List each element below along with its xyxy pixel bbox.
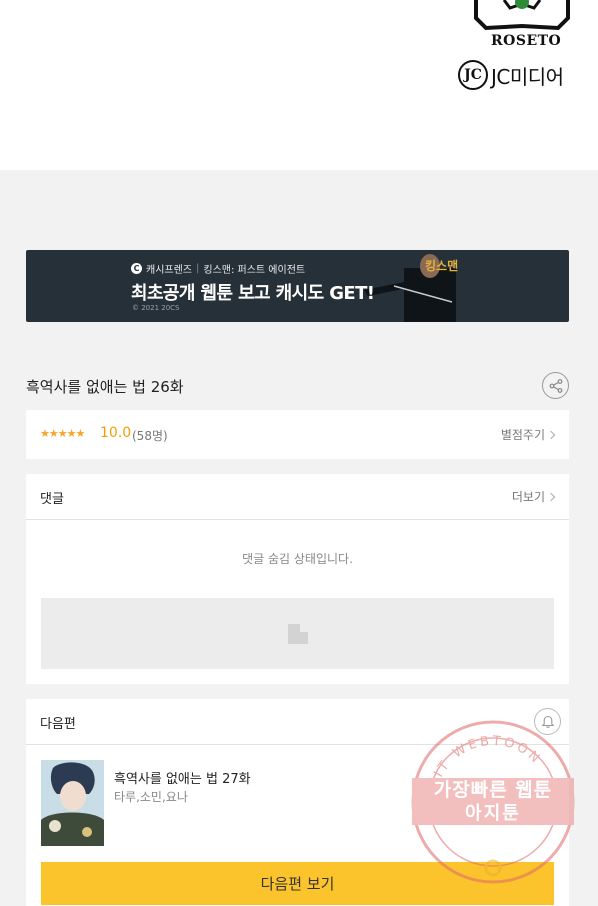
- banner-movie: 킹스맨: 퍼스트 에이전트: [203, 265, 306, 276]
- notification-button[interactable]: [534, 708, 561, 735]
- roseto-logo-text: ROSETO: [491, 33, 562, 49]
- banner-movie-title: 킹스맨: [425, 259, 459, 273]
- banner-brand-row: C 캐시프렌즈 | 킹스맨: 퍼스트 에이전트: [131, 261, 305, 276]
- next-episode-thumbnail[interactable]: [41, 760, 104, 846]
- rate-button[interactable]: 별점주기: [500, 426, 556, 443]
- comments-more-label: 더보기: [511, 490, 545, 504]
- comments-header: 댓글 더보기: [26, 474, 569, 520]
- banner-brand: 캐시프렌즈: [146, 265, 192, 276]
- rating-count: (58명): [132, 429, 168, 443]
- bell-icon: [541, 715, 554, 728]
- share-button[interactable]: [542, 372, 569, 399]
- next-episode-title[interactable]: 흑역사를 없애는 법 27화: [114, 768, 251, 787]
- roseto-emblem-icon: [474, 0, 570, 31]
- jc-media-text: JC미디어: [491, 64, 564, 89]
- comments-title: 댓글: [40, 492, 64, 507]
- top-logo-area: ROSETO JC JC미디어: [0, 0, 598, 170]
- comments-hidden-message: 댓글 숨김 상태입니다.: [242, 552, 353, 566]
- next-episode-header: 다음편: [26, 699, 569, 745]
- rating-card: ★★★★★ 10.0 (58명) 별점주기: [26, 410, 569, 459]
- roseto-logo: ROSETO: [474, 0, 570, 52]
- next-episode-authors: 타루,소민,요나: [114, 790, 188, 804]
- next-section-label: 다음편: [40, 717, 76, 732]
- jc-media-logo: JC JC미디어: [458, 59, 564, 91]
- jc-circle-icon: JC: [458, 60, 488, 90]
- image-placeholder-icon: [287, 623, 308, 644]
- promo-banner[interactable]: C 캐시프렌즈 | 킹스맨: 퍼스트 에이전트 최초공개 웹툰 보고 캐시도 G…: [26, 250, 569, 322]
- chevron-right-icon: [546, 430, 556, 439]
- rating-stars: ★★★★★: [40, 427, 85, 440]
- banner-headline: 최초공개 웹툰 보고 캐시도 GET!: [131, 283, 375, 304]
- banner-copyright: © 2021 20CS: [132, 304, 180, 312]
- share-icon: [549, 378, 562, 393]
- comments-card: 댓글 더보기 댓글 숨김 상태입니다.: [26, 474, 569, 684]
- chevron-right-icon: [546, 492, 556, 501]
- comments-more-button[interactable]: 더보기: [511, 488, 556, 505]
- thumbnail-image: [41, 760, 104, 846]
- cashfriends-logo-icon: C: [131, 263, 142, 274]
- banner-separator: |: [196, 263, 200, 274]
- rating-value: 10.0: [100, 425, 132, 441]
- episode-title: 흑역사를 없애는 법 26화: [26, 378, 184, 396]
- rate-button-label: 별점주기: [500, 428, 545, 442]
- next-episode-card: 다음편 흑역사를 없애는 법 27화 타루,소민,요나 다음편 보기: [26, 699, 569, 906]
- ad-placeholder: [41, 598, 554, 669]
- view-next-episode-button[interactable]: 다음편 보기: [41, 862, 554, 905]
